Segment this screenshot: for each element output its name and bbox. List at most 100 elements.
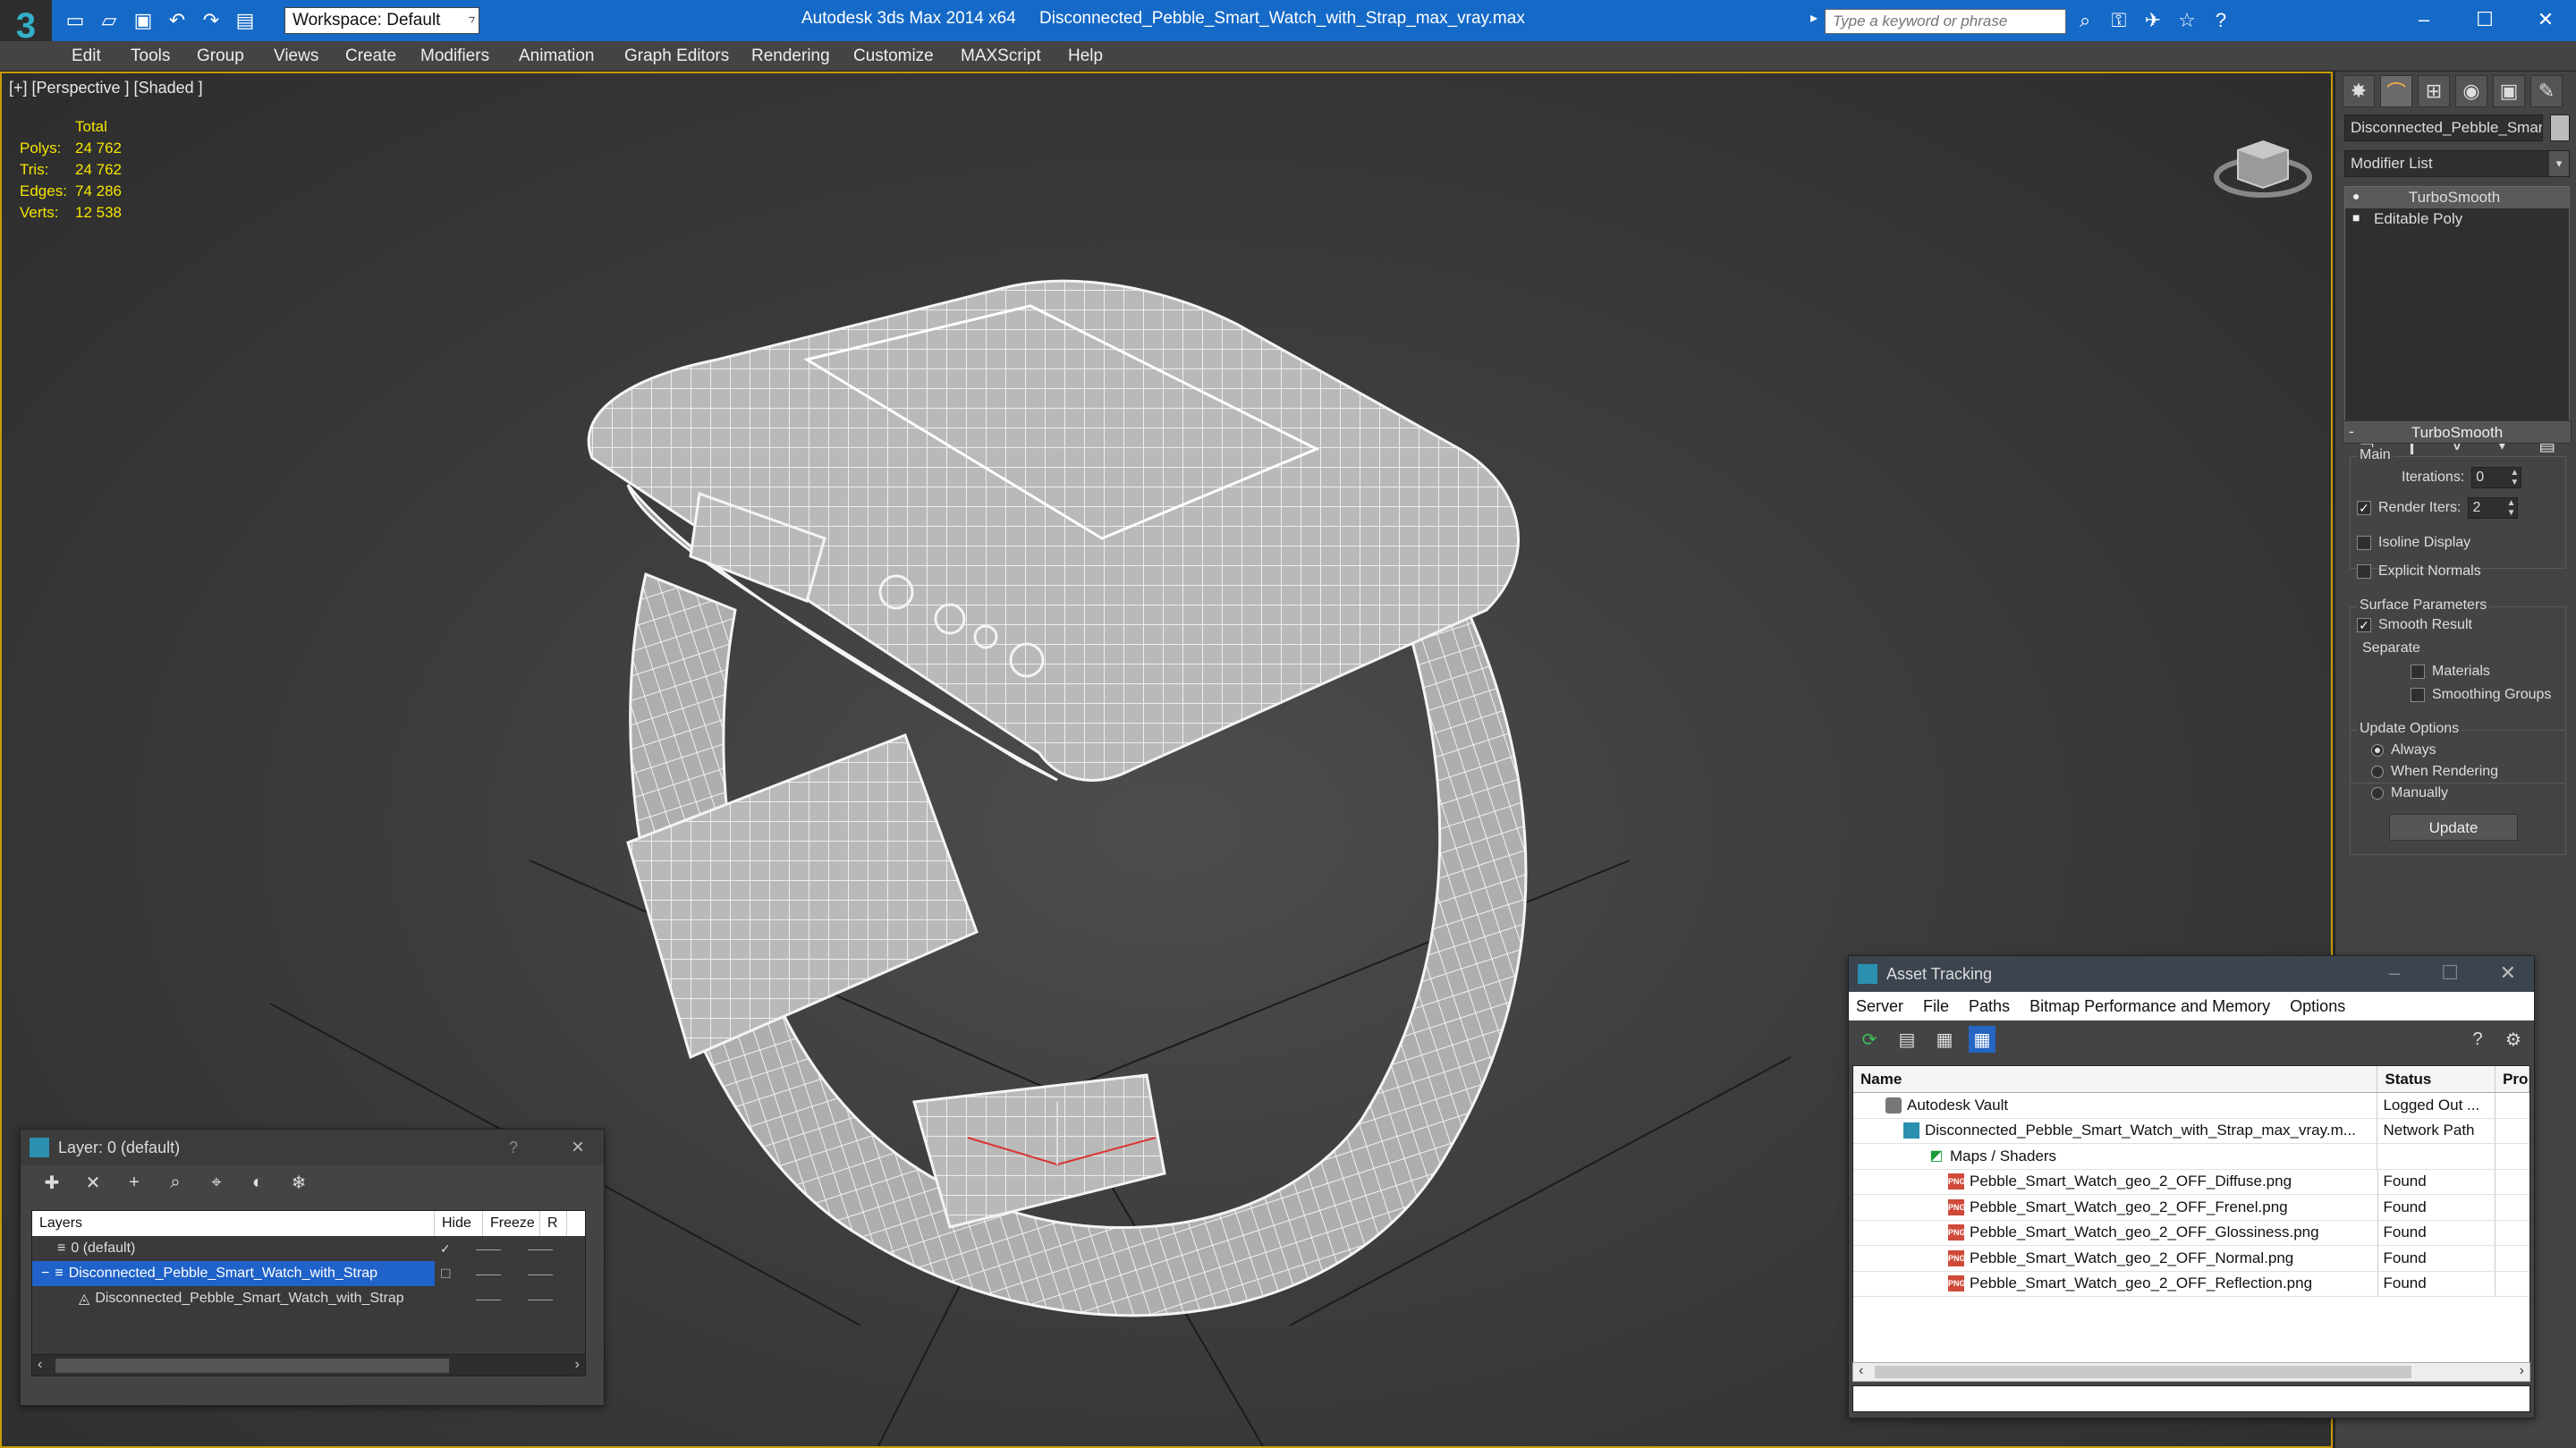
menu-options[interactable]: Options	[2290, 997, 2345, 1016]
menu-bitmap-performance[interactable]: Bitmap Performance and Memory	[2029, 997, 2270, 1016]
refresh-icon[interactable]: ⟳	[1856, 1026, 1883, 1053]
menu-views[interactable]: Views	[274, 47, 318, 66]
hide-all-icon[interactable]: ◐	[246, 1171, 269, 1194]
update-button[interactable]: Update	[2389, 814, 2518, 841]
layer-horizontal-scrollbar[interactable]: ‹ ›	[32, 1354, 585, 1376]
smoothing-groups-checkbox[interactable]	[2411, 688, 2425, 702]
lightbulb-icon[interactable]: ●	[2352, 189, 2360, 203]
col-hide[interactable]: Hide	[435, 1211, 483, 1236]
menu-group[interactable]: Group	[197, 47, 244, 66]
scroll-thumb[interactable]	[55, 1359, 449, 1373]
help-icon[interactable]: ?	[509, 1139, 518, 1157]
col-proxy[interactable]: Pro	[2496, 1066, 2529, 1092]
spinner-arrows-icon[interactable]: ▲ ▼	[2507, 498, 2516, 518]
render-iters-checkbox[interactable]: ✓	[2357, 501, 2371, 515]
menu-animation[interactable]: Animation	[519, 47, 595, 66]
save-icon[interactable]: ▣	[131, 8, 156, 33]
stack-item-editable-poly[interactable]: ■ Editable Poly	[2345, 208, 2569, 230]
scroll-left-icon[interactable]: ‹	[38, 1357, 42, 1373]
settings-icon[interactable]: ⚙	[2500, 1026, 2527, 1053]
close-icon[interactable]: ×	[572, 1135, 584, 1160]
binoculars-icon[interactable]: ⌕	[2073, 7, 2097, 34]
table-view-icon[interactable]: ▦	[1931, 1026, 1958, 1053]
maximize-icon[interactable]: ☐	[2454, 0, 2515, 39]
menu-tools[interactable]: Tools	[131, 47, 170, 66]
menu-create[interactable]: Create	[345, 47, 396, 66]
asset-row[interactable]: PNG Pebble_Smart_Watch_geo_2_OFF_Normal.p…	[1853, 1246, 2529, 1272]
create-tab-icon[interactable]: ✸	[2343, 75, 2375, 107]
minimize-icon[interactable]: –	[2389, 961, 2400, 985]
col-name[interactable]: Name	[1853, 1066, 2378, 1092]
favorites-icon[interactable]: ☆	[2175, 7, 2199, 34]
hierarchy-tab-icon[interactable]: ⊞	[2418, 75, 2450, 107]
maximize-icon[interactable]: ☐	[2441, 961, 2459, 985]
current-layer-check-icon[interactable]: ✓	[440, 1241, 451, 1257]
utilities-tab-icon[interactable]: ✎	[2530, 75, 2563, 107]
layer-row[interactable]: ≡ 0 (default) ✓ —— ——	[32, 1236, 585, 1261]
workspace-dropdown[interactable]: Workspace: Default ▾	[284, 7, 479, 34]
help-icon[interactable]: ?	[2464, 1026, 2491, 1053]
project-folder-icon[interactable]: ▤	[233, 8, 258, 33]
asset-path-field[interactable]	[1852, 1385, 2530, 1412]
manually-radio[interactable]	[2371, 787, 2384, 800]
menu-customize[interactable]: Customize	[853, 47, 934, 66]
modifier-list-dropdown[interactable]: Modifier List ▾	[2344, 150, 2570, 177]
freeze-toggle[interactable]: ——	[528, 1241, 553, 1256]
redo-icon[interactable]: ↷	[199, 8, 224, 33]
asset-row[interactable]: PNG Pebble_Smart_Watch_geo_2_OFF_Reflecti…	[1853, 1271, 2529, 1297]
viewcube-icon[interactable]	[2209, 114, 2317, 204]
current-layer-box-icon[interactable]: ☐	[440, 1266, 452, 1282]
expand-icon[interactable]: ■	[2352, 210, 2360, 224]
asset-row[interactable]: Disconnected_Pebble_Smart_Watch_with_Str…	[1853, 1118, 2529, 1144]
isoline-checkbox[interactable]	[2357, 536, 2371, 550]
undo-icon[interactable]: ↶	[165, 8, 190, 33]
asset-horizontal-scrollbar[interactable]: ‹ ›	[1852, 1362, 2530, 1382]
add-to-layer-icon[interactable]: +	[123, 1171, 146, 1194]
help-icon[interactable]: ?	[2209, 7, 2233, 34]
menu-graph-editors[interactable]: Graph Editors	[624, 47, 729, 66]
communication-icon[interactable]: ✈	[2141, 7, 2165, 34]
col-freeze[interactable]: Freeze	[483, 1211, 540, 1236]
smooth-result-checkbox[interactable]: ✓	[2357, 618, 2371, 632]
collapse-icon[interactable]: −	[41, 1266, 49, 1282]
col-render[interactable]: R	[540, 1211, 567, 1236]
menu-server[interactable]: Server	[1856, 997, 1903, 1016]
menu-edit[interactable]: Edit	[72, 47, 101, 66]
toolbar-overflow-icon[interactable]: ▾	[462, 7, 479, 34]
layer-row[interactable]: ◬ Disconnected_Pebble_Smart_Watch_with_St…	[32, 1286, 585, 1311]
hide-toggle[interactable]: ——	[476, 1291, 501, 1306]
menu-modifiers[interactable]: Modifiers	[420, 47, 489, 66]
col-layers[interactable]: Layers	[32, 1211, 435, 1236]
scroll-left-icon[interactable]: ‹	[1859, 1363, 1863, 1379]
close-icon[interactable]: ✕	[2500, 961, 2516, 985]
stack-item-turbosmooth[interactable]: ● TurboSmooth	[2345, 187, 2569, 208]
asset-row[interactable]: PNG Pebble_Smart_Watch_geo_2_OFF_Frenel.p…	[1853, 1195, 2529, 1221]
freeze-all-icon[interactable]: ❄	[287, 1171, 310, 1194]
menu-file[interactable]: File	[1923, 997, 1949, 1016]
scroll-right-icon[interactable]: ›	[575, 1357, 580, 1373]
scroll-right-icon[interactable]: ›	[2520, 1363, 2524, 1379]
minimize-icon[interactable]: –	[2394, 0, 2454, 39]
col-status[interactable]: Status	[2377, 1066, 2496, 1092]
turbosmooth-rollout-header[interactable]: - TurboSmooth	[2343, 420, 2572, 444]
freeze-toggle[interactable]: ——	[528, 1266, 553, 1281]
hide-toggle[interactable]: ——	[476, 1241, 501, 1256]
scroll-thumb[interactable]	[1875, 1366, 2411, 1378]
display-tab-icon[interactable]: ▣	[2493, 75, 2525, 107]
create-layer-icon[interactable]: ✚	[40, 1171, 64, 1194]
search-box[interactable]	[1825, 9, 2066, 34]
asset-tracking-titlebar[interactable]: Asset Tracking – ☐ ✕	[1849, 956, 2534, 992]
explicit-normals-checkbox[interactable]	[2357, 564, 2371, 579]
close-icon[interactable]: ✕	[2515, 0, 2576, 39]
iterations-spinner[interactable]: 0 ▲ ▼	[2471, 467, 2522, 488]
asset-row[interactable]: PNG Pebble_Smart_Watch_geo_2_OFF_Glossine…	[1853, 1220, 2529, 1246]
search-input[interactable]	[1826, 10, 2065, 33]
object-name-field[interactable]: Disconnected_Pebble_Smart_	[2344, 114, 2543, 141]
hide-toggle[interactable]: ——	[476, 1266, 501, 1281]
menu-rendering[interactable]: Rendering	[751, 47, 830, 66]
delete-layer-icon[interactable]: ✕	[81, 1171, 105, 1194]
spinner-arrows-icon[interactable]: ▲ ▼	[2510, 468, 2519, 487]
modify-tab-icon[interactable]: ⌒	[2380, 75, 2412, 107]
render-iters-spinner[interactable]: 2 ▲ ▼	[2468, 497, 2519, 519]
object-color-swatch[interactable]	[2550, 114, 2570, 141]
